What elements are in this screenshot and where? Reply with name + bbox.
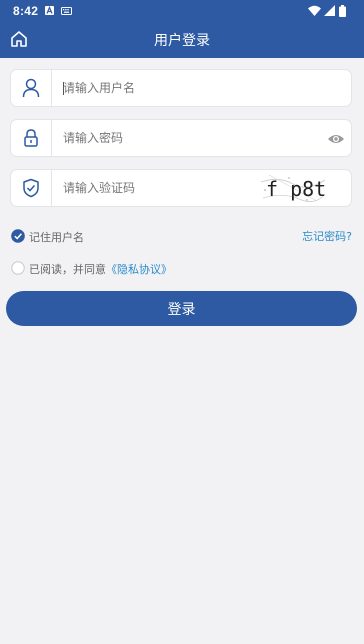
agreement-text: 已阅读，并同意《隐私协议》 [29,261,172,277]
battery-icon [339,5,346,17]
password-input[interactable] [63,120,293,156]
page-title: 用户登录 [154,33,210,49]
text-caret [63,82,64,95]
agreement-prefix: 已阅读，并同意 [29,263,106,276]
forgot-password-link[interactable]: 忘记密码? [302,228,352,244]
captcha-text: f p8t [266,177,326,201]
status-bar: 8:42 [0,0,364,22]
username-input[interactable] [63,70,293,106]
password-field[interactable] [10,119,352,157]
status-time: 8:42 [13,4,39,18]
captcha-icon-box [11,170,52,206]
login-button[interactable]: 登录 [6,291,357,326]
app-header: 用户登录 [0,22,364,58]
keyboard-icon [61,7,72,15]
lock-icon [24,129,38,147]
privacy-agreement[interactable]: 已阅读，并同意《隐私协议》 [11,260,211,276]
eye-icon[interactable] [327,133,345,145]
wifi-icon [308,5,321,16]
checkbox-checked-icon[interactable] [11,229,25,243]
password-icon-box [11,120,52,156]
username-field[interactable] [10,69,352,107]
remember-label: 记住用户名 [29,231,84,244]
privacy-policy-link[interactable]: 《隐私协议》 [106,263,172,276]
checkbox-unchecked-icon[interactable] [11,261,25,275]
captcha-input[interactable] [63,170,263,206]
username-icon-box [11,70,52,106]
user-icon [22,78,40,98]
status-icons [308,5,354,17]
captcha-image[interactable]: f p8t [259,172,327,204]
remember-username[interactable]: 记住用户名 [11,228,131,244]
a-notification-icon [45,6,54,15]
shield-check-icon [23,178,39,198]
captcha-field[interactable]: f p8t [10,169,352,207]
signal-icon [324,5,335,16]
